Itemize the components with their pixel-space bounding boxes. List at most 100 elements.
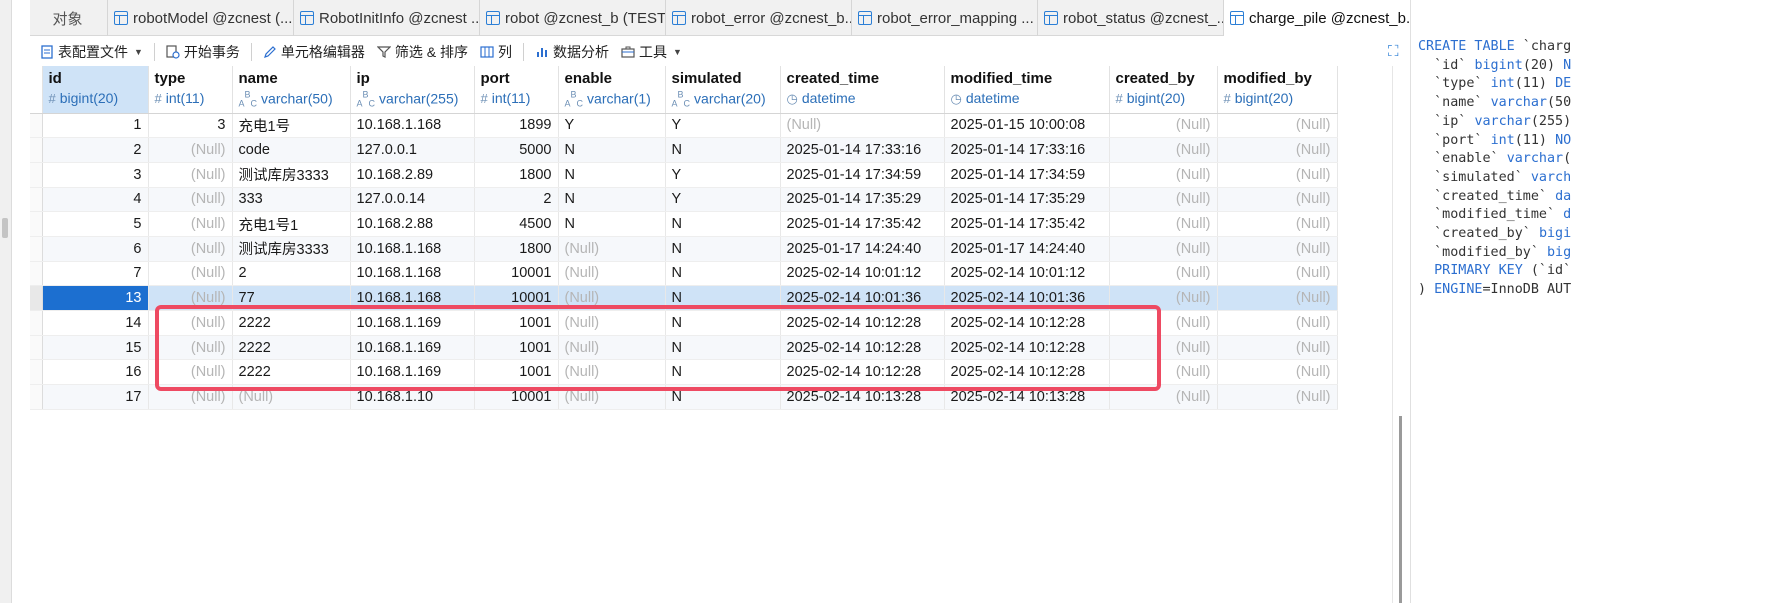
cell-enable[interactable]: (Null) bbox=[558, 310, 666, 336]
cell-created_by[interactable]: (Null) bbox=[1109, 335, 1218, 361]
cell-created_time[interactable]: 2025-01-14 17:34:59 bbox=[780, 162, 945, 188]
cell-name[interactable]: 测试库房3333 bbox=[232, 162, 351, 188]
row-marker[interactable] bbox=[30, 359, 43, 386]
cell-created_time[interactable]: 2025-01-17 14:24:40 bbox=[780, 236, 945, 262]
cell-id[interactable]: 1 bbox=[42, 113, 149, 139]
tools-button[interactable]: 工具 ▼ bbox=[615, 39, 688, 65]
cell-modified_by[interactable]: (Null) bbox=[1217, 211, 1338, 237]
cell-ip[interactable]: 10.168.1.10 bbox=[350, 384, 475, 410]
filter-sort-button[interactable]: 筛选 & 排序 bbox=[371, 39, 474, 65]
cell-created_by[interactable]: (Null) bbox=[1109, 113, 1218, 139]
cell-port[interactable]: 1001 bbox=[474, 310, 559, 336]
cell-modified_time[interactable]: 2025-02-14 10:01:12 bbox=[944, 261, 1110, 287]
cell-port[interactable]: 5000 bbox=[474, 137, 559, 163]
cell-modified_by[interactable]: (Null) bbox=[1217, 310, 1338, 336]
cell-id[interactable]: 4 bbox=[42, 187, 149, 213]
cell-created_by[interactable]: (Null) bbox=[1109, 162, 1218, 188]
cell-id[interactable]: 6 bbox=[42, 236, 149, 262]
cell-created_time[interactable]: 2025-02-14 10:12:28 bbox=[780, 310, 945, 336]
cell-id[interactable]: 7 bbox=[42, 261, 149, 287]
cell-modified_time[interactable]: 2025-01-17 14:24:40 bbox=[944, 236, 1110, 262]
cell-type[interactable]: (Null) bbox=[148, 211, 233, 237]
cell-simulated[interactable]: N bbox=[665, 261, 781, 287]
cell-created_time[interactable]: 2025-02-14 10:01:12 bbox=[780, 261, 945, 287]
cell-type[interactable]: (Null) bbox=[148, 310, 233, 336]
cell-type[interactable]: 3 bbox=[148, 113, 233, 139]
cell-modified_time[interactable]: 2025-02-14 10:12:28 bbox=[944, 310, 1110, 336]
row-marker[interactable] bbox=[30, 335, 43, 361]
cell-created_time[interactable]: 2025-02-14 10:13:28 bbox=[780, 384, 945, 410]
tab-2[interactable]: RobotInitInfo @zcnest ... bbox=[294, 0, 480, 36]
cell-type[interactable]: (Null) bbox=[148, 162, 233, 188]
cell-port[interactable]: 10001 bbox=[474, 285, 559, 311]
cell-name[interactable]: 2222 bbox=[232, 335, 351, 361]
cell-simulated[interactable]: N bbox=[665, 211, 781, 237]
cell-simulated[interactable]: N bbox=[665, 310, 781, 336]
cell-name[interactable]: 充电1号 bbox=[232, 113, 351, 139]
cell-created_time[interactable]: 2025-02-14 10:12:28 bbox=[780, 359, 945, 386]
cell-ip[interactable]: 10.168.1.169 bbox=[350, 359, 475, 386]
cell-modified_time[interactable]: 2025-02-14 10:13:28 bbox=[944, 384, 1110, 410]
begin-transaction-button[interactable]: 开始事务 bbox=[160, 39, 246, 65]
row-marker[interactable] bbox=[30, 162, 43, 188]
cell-modified_time[interactable]: 2025-01-14 17:34:59 bbox=[944, 162, 1110, 188]
cell-modified_time[interactable]: 2025-01-14 17:35:42 bbox=[944, 211, 1110, 237]
cell-type[interactable]: (Null) bbox=[148, 236, 233, 262]
row-marker[interactable] bbox=[30, 236, 43, 262]
cell-created_by[interactable]: (Null) bbox=[1109, 137, 1218, 163]
cell-simulated[interactable]: N bbox=[665, 137, 781, 163]
table-row[interactable]: 16 (Null) 2222 10.168.1.169 1001 (Null) N 2025-… bbox=[30, 359, 1338, 386]
table-row[interactable]: 5 (Null) 充电1号1 10.168.2.88 4500 N N 2025-01-14 … bbox=[30, 211, 1338, 237]
cell-simulated[interactable]: N bbox=[665, 359, 781, 386]
cell-type[interactable]: (Null) bbox=[148, 261, 233, 287]
column-header-modified_by[interactable]: modified_by # bigint(20) bbox=[1217, 66, 1338, 114]
cell-port[interactable]: 1001 bbox=[474, 359, 559, 386]
cell-enable[interactable]: N bbox=[558, 162, 666, 188]
cell-modified_by[interactable]: (Null) bbox=[1217, 285, 1338, 311]
row-marker[interactable] bbox=[30, 285, 43, 311]
cell-ip[interactable]: 10.168.1.169 bbox=[350, 335, 475, 361]
row-marker[interactable] bbox=[30, 384, 43, 410]
cell-simulated[interactable]: Y bbox=[665, 162, 781, 188]
cell-modified_time[interactable]: 2025-02-14 10:12:28 bbox=[944, 359, 1110, 386]
cell-modified_time[interactable]: 2025-02-14 10:12:28 bbox=[944, 335, 1110, 361]
column-header-simulated[interactable]: simulated ABC varchar(20) bbox=[665, 66, 781, 114]
expand-icon[interactable]: ⛶ bbox=[1388, 44, 1404, 60]
cell-created_by[interactable]: (Null) bbox=[1109, 187, 1218, 213]
cell-created_time[interactable]: (Null) bbox=[780, 113, 945, 139]
cell-simulated[interactable]: N bbox=[665, 335, 781, 361]
table-row[interactable]: 1 3 充电1号 10.168.1.168 1899 Y Y (Null) 2025-01-15… bbox=[30, 113, 1338, 139]
row-marker[interactable] bbox=[30, 137, 43, 163]
cell-enable[interactable]: (Null) bbox=[558, 236, 666, 262]
left-scroll-thumb[interactable] bbox=[2, 218, 8, 238]
cell-port[interactable]: 4500 bbox=[474, 211, 559, 237]
cell-id[interactable]: 16 bbox=[42, 359, 149, 386]
cell-ip[interactable]: 127.0.0.14 bbox=[350, 187, 475, 213]
scroll-thumb[interactable] bbox=[1399, 416, 1402, 603]
column-header-enable[interactable]: enable ABC varchar(1) bbox=[558, 66, 666, 114]
cell-modified_by[interactable]: (Null) bbox=[1217, 113, 1338, 139]
cell-id[interactable]: 14 bbox=[42, 310, 149, 336]
cell-simulated[interactable]: N bbox=[665, 384, 781, 410]
cell-simulated[interactable]: Y bbox=[665, 113, 781, 139]
cell-type[interactable]: (Null) bbox=[148, 137, 233, 163]
cell-id[interactable]: 2 bbox=[42, 137, 149, 163]
cell-simulated[interactable]: N bbox=[665, 285, 781, 311]
cell-modified_time[interactable]: 2025-01-14 17:33:16 bbox=[944, 137, 1110, 163]
tab-5[interactable]: robot_error_mapping ... bbox=[852, 0, 1038, 36]
cell-modified_by[interactable]: (Null) bbox=[1217, 335, 1338, 361]
cell-modified_by[interactable]: (Null) bbox=[1217, 236, 1338, 262]
table-row[interactable]: 6 (Null) 测试库房3333 10.168.1.168 1800 (Null) N 20… bbox=[30, 236, 1338, 262]
cell-ip[interactable]: 10.168.1.168 bbox=[350, 285, 475, 311]
cell-modified_by[interactable]: (Null) bbox=[1217, 384, 1338, 410]
cell-port[interactable]: 1800 bbox=[474, 162, 559, 188]
cell-id[interactable]: 13 bbox=[42, 285, 149, 311]
cell-name[interactable]: 2222 bbox=[232, 310, 351, 336]
cell-created_by[interactable]: (Null) bbox=[1109, 310, 1218, 336]
cell-ip[interactable]: 10.168.1.168 bbox=[350, 261, 475, 287]
column-header-ip[interactable]: ip ABC varchar(255) bbox=[350, 66, 475, 114]
cell-modified_by[interactable]: (Null) bbox=[1217, 162, 1338, 188]
cell-editor-button[interactable]: 单元格编辑器 bbox=[257, 39, 371, 65]
cell-modified_by[interactable]: (Null) bbox=[1217, 359, 1338, 386]
cell-ip[interactable]: 10.168.1.168 bbox=[350, 113, 475, 139]
